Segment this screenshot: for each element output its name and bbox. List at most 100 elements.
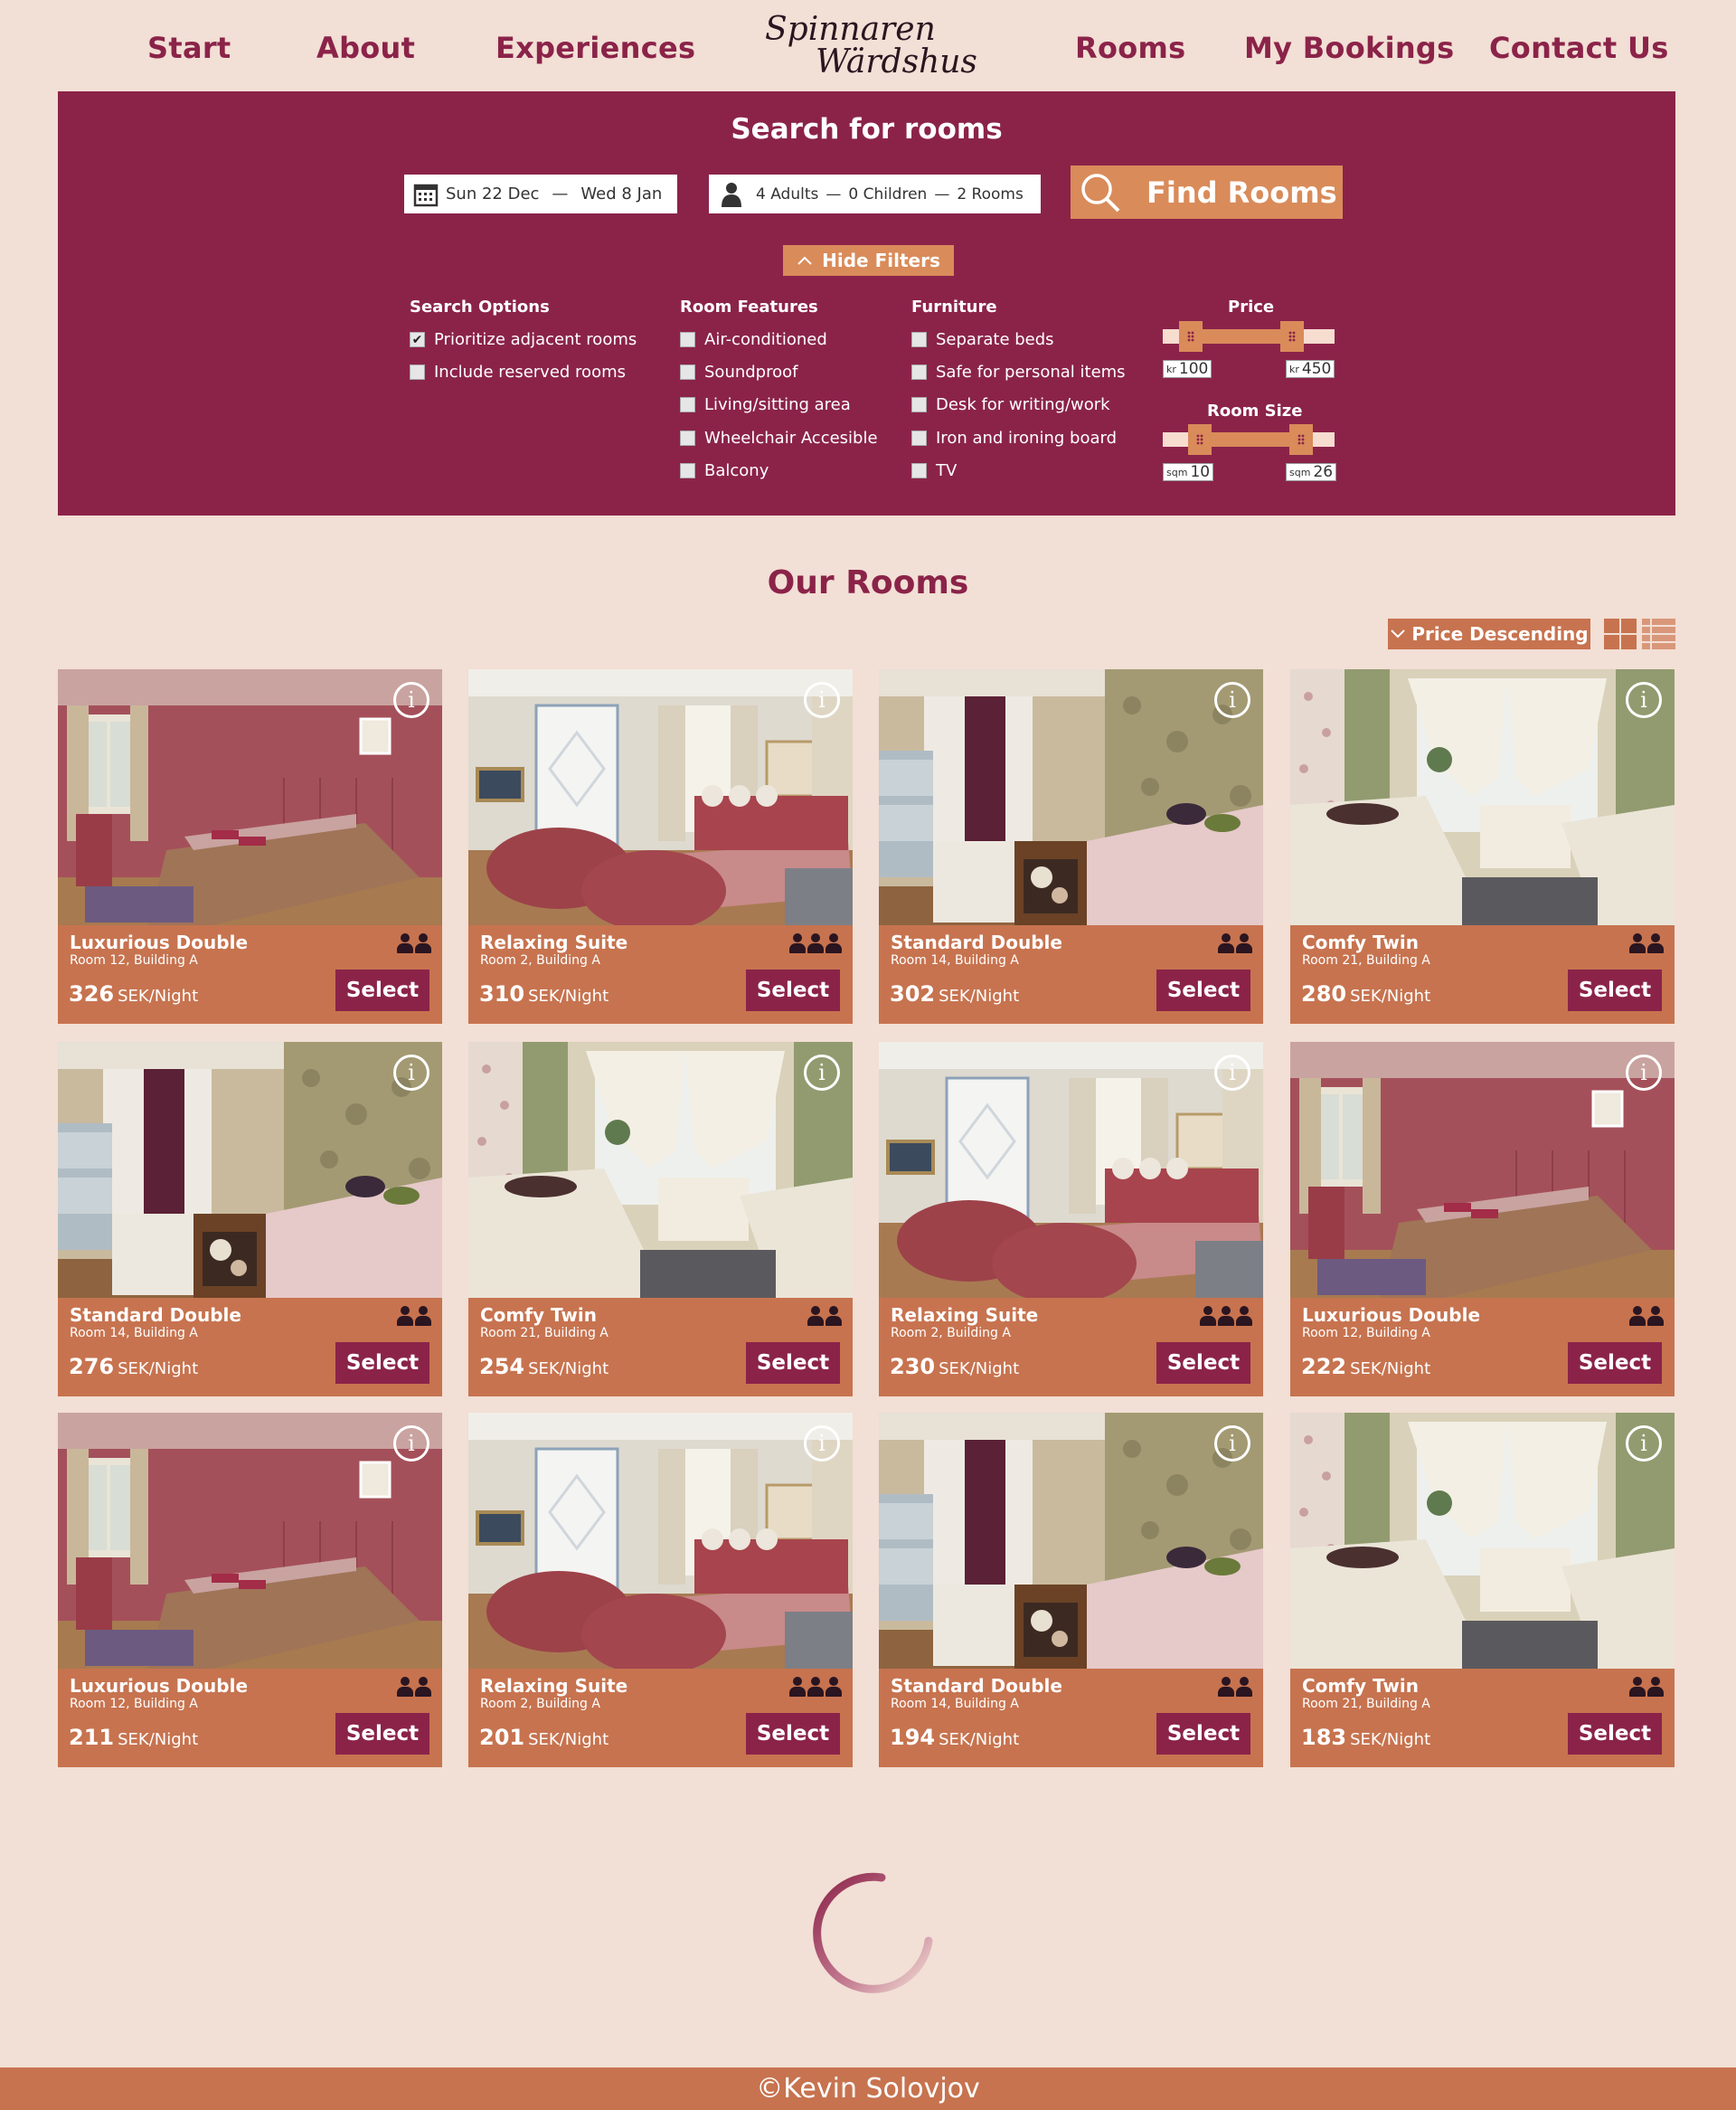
person-icon: [397, 933, 413, 953]
price-unit: SEK/Night: [1350, 1359, 1431, 1378]
checkbox[interactable]: [911, 463, 927, 478]
select-room-button[interactable]: Select: [335, 1342, 429, 1384]
room-photo[interactable]: [1290, 669, 1675, 925]
select-room-button[interactable]: Select: [746, 1713, 840, 1755]
checkbox[interactable]: [911, 332, 927, 347]
checkbox[interactable]: [680, 364, 695, 380]
info-icon[interactable]: i: [1626, 682, 1662, 718]
room-size-title: Room Size: [1207, 402, 1303, 421]
select-room-button[interactable]: Select: [1156, 1713, 1250, 1755]
checkbox[interactable]: [911, 364, 927, 380]
room-photo[interactable]: [468, 669, 853, 925]
room-photo[interactable]: [879, 669, 1263, 925]
guests-field[interactable]: 4 Adults — 0 Children — 2 Rooms: [709, 175, 1041, 213]
furniture-iron[interactable]: Iron and ironing board: [911, 429, 1117, 448]
checkbox[interactable]: [410, 364, 425, 380]
select-room-button[interactable]: Select: [1568, 1342, 1662, 1384]
room-photo[interactable]: [879, 1413, 1263, 1669]
furniture-separate-beds[interactable]: Separate beds: [911, 330, 1054, 349]
info-icon[interactable]: i: [393, 682, 429, 718]
sort-dropdown[interactable]: Price Descending: [1388, 619, 1590, 649]
checkbox[interactable]: [680, 332, 695, 347]
room-photo[interactable]: [1290, 1042, 1675, 1298]
nav-my-bookings[interactable]: My Bookings: [1244, 31, 1455, 65]
person-icon: [789, 1677, 806, 1697]
size-max-handle[interactable]: [1289, 424, 1313, 455]
person-icon: [397, 1677, 413, 1697]
feature-balcony[interactable]: Balcony: [680, 461, 769, 480]
nav-about[interactable]: About: [316, 31, 415, 65]
grid-view-icon[interactable]: [1604, 619, 1637, 649]
room-photo[interactable]: [468, 1413, 853, 1669]
info-icon[interactable]: i: [804, 682, 840, 718]
checkbox[interactable]: [911, 431, 927, 446]
feature-living-area[interactable]: Living/sitting area: [680, 395, 851, 414]
select-room-button[interactable]: Select: [335, 970, 429, 1011]
price-unit: SEK/Night: [118, 1359, 199, 1378]
select-room-button[interactable]: Select: [1568, 970, 1662, 1011]
person-icon: [1236, 1677, 1252, 1697]
nav-contact-us[interactable]: Contact Us: [1489, 31, 1669, 65]
select-room-button[interactable]: Select: [746, 970, 840, 1011]
checkbox[interactable]: [680, 463, 695, 478]
feature-air-conditioned[interactable]: Air-conditioned: [680, 330, 827, 349]
room-price: 211 SEK/Night: [69, 1725, 198, 1750]
hide-filters-button[interactable]: Hide Filters: [783, 245, 954, 276]
furniture-tv[interactable]: TV: [911, 461, 957, 480]
select-room-button[interactable]: Select: [1156, 1342, 1250, 1384]
room-location: Room 21, Building A: [1302, 1697, 1430, 1711]
furniture-safe[interactable]: Safe for personal items: [911, 363, 1126, 382]
checkbox[interactable]: [680, 431, 695, 446]
room-photo[interactable]: [468, 1042, 853, 1298]
info-icon[interactable]: i: [1626, 1425, 1662, 1462]
date-range-field[interactable]: Sun 22 Dec — Wed 8 Jan: [404, 175, 677, 213]
logo[interactable]: Spinnaren Wärdshus: [760, 4, 977, 85]
info-icon[interactable]: i: [804, 1055, 840, 1091]
room-photo[interactable]: [58, 1042, 442, 1298]
nav-rooms[interactable]: Rooms: [1075, 31, 1186, 107]
footer: ©Kevin Solovjov: [0, 2067, 1736, 2110]
room-name: Comfy Twin: [480, 1304, 597, 1326]
list-view-icon[interactable]: [1642, 619, 1675, 649]
search-panel: Search for rooms Sun 22 Dec — Wed 8 Jan …: [58, 91, 1675, 516]
room-card: i Standard Double Room 14, Building A 194 SE…: [879, 1413, 1263, 1767]
price-min-handle[interactable]: [1179, 321, 1203, 352]
option-prioritize-adjacent[interactable]: ✔ Prioritize adjacent rooms: [410, 330, 637, 349]
nav-experiences[interactable]: Experiences: [495, 31, 695, 65]
room-photo[interactable]: [1290, 1413, 1675, 1669]
info-icon[interactable]: i: [1214, 1055, 1250, 1091]
room-name: Luxurious Double: [1302, 1304, 1481, 1326]
price-max-handle[interactable]: [1280, 321, 1304, 352]
info-icon[interactable]: i: [1626, 1055, 1662, 1091]
person-icon: [1647, 933, 1664, 953]
furniture-label: Desk for writing/work: [936, 395, 1110, 414]
price-slider[interactable]: [1163, 321, 1335, 352]
feature-soundproof[interactable]: Soundproof: [680, 363, 797, 382]
info-icon[interactable]: i: [393, 1425, 429, 1462]
select-room-button[interactable]: Select: [335, 1713, 429, 1755]
select-room-button[interactable]: Select: [1156, 970, 1250, 1011]
info-icon[interactable]: i: [1214, 1425, 1250, 1462]
info-icon[interactable]: i: [393, 1055, 429, 1091]
footer-copyright: ©Kevin Solovjov: [756, 2073, 980, 2105]
room-photo[interactable]: [58, 669, 442, 925]
room-photo[interactable]: [58, 1413, 442, 1669]
info-icon[interactable]: i: [1214, 682, 1250, 718]
checkbox-checked[interactable]: ✔: [410, 332, 425, 347]
room-price: 201 SEK/Night: [479, 1725, 609, 1750]
info-icon[interactable]: i: [804, 1425, 840, 1462]
select-room-button[interactable]: Select: [1568, 1713, 1662, 1755]
find-rooms-button[interactable]: Find Rooms: [1071, 166, 1343, 219]
option-include-reserved[interactable]: Include reserved rooms: [410, 363, 626, 382]
checkbox[interactable]: [911, 397, 927, 412]
furniture-desk[interactable]: Desk for writing/work: [911, 395, 1110, 414]
checkbox[interactable]: [680, 397, 695, 412]
feature-wheelchair[interactable]: Wheelchair Accesible: [680, 429, 878, 448]
size-min-handle[interactable]: [1188, 424, 1212, 455]
room-photo[interactable]: [879, 1042, 1263, 1298]
select-room-button[interactable]: Select: [746, 1342, 840, 1384]
guest-capacity: [1200, 1306, 1252, 1326]
nav-start[interactable]: Start: [147, 31, 231, 65]
price-value: 201: [479, 1725, 525, 1750]
room-size-slider[interactable]: [1163, 424, 1335, 455]
